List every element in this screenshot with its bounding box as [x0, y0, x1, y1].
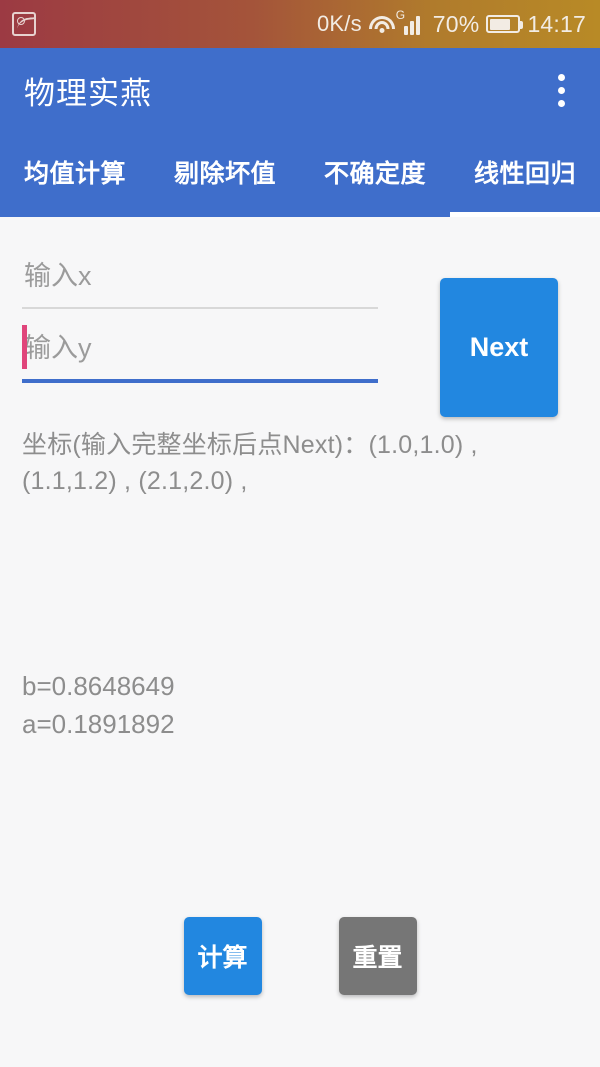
overflow-menu-icon[interactable] — [544, 71, 578, 111]
y-input-underline — [22, 379, 378, 383]
tab-bar: 均值计算 剔除坏值 不确定度 线性回归 — [0, 133, 600, 217]
tab-label: 不确定度 — [323, 160, 426, 188]
network-speed-label: 0K/s — [316, 11, 362, 36]
tab-remove-outliers[interactable]: 剔除坏值 — [150, 133, 300, 217]
result-slope: b=0.8648649 — [22, 671, 175, 701]
tab-label: 线性回归 — [473, 160, 576, 188]
battery-icon — [486, 15, 524, 33]
tab-mean-calculation[interactable]: 均值计算 — [0, 133, 150, 217]
x-input-underline — [22, 307, 378, 309]
network-type-label: G — [395, 8, 406, 22]
wifi-icon — [368, 14, 395, 34]
app-bar: 物理实燕 — [0, 48, 600, 133]
tab-label: 剔除坏值 — [173, 160, 276, 188]
text-caret — [22, 325, 27, 369]
cellular-signal-icon: G — [396, 9, 426, 35]
clock-label: 14:17 — [527, 10, 586, 37]
y-input[interactable] — [22, 317, 378, 379]
coordinates-text: 坐标(输入完整坐标后点Next)：(1.0,1.0) , (1.1,1.2) ,… — [22, 431, 478, 495]
y-field-wrapper — [22, 317, 378, 389]
page-title: 物理实燕 — [24, 76, 152, 111]
tab-uncertainty[interactable]: 不确定度 — [300, 133, 450, 217]
x-field-wrapper — [22, 245, 378, 317]
calculate-button[interactable]: 计算 — [183, 917, 262, 995]
tab-linear-regression[interactable]: 线性回归 — [450, 133, 600, 217]
status-bar: 0K/s G 70% 14:17 — [0, 0, 600, 48]
x-input[interactable] — [22, 245, 378, 307]
action-button-row: 计算 重置 — [0, 917, 600, 995]
reset-button[interactable]: 重置 — [338, 917, 417, 995]
screenshot-image-icon — [12, 12, 36, 36]
battery-percent-label: 70% — [432, 10, 480, 37]
status-bar-left — [12, 12, 36, 36]
app-screen: 0K/s G 70% 14:17 物理实燕 均值计算 剔除坏值 不确定度 线性回… — [0, 0, 600, 1067]
result-intercept: a=0.1891892 — [22, 709, 175, 739]
status-bar-right: 0K/s G 70% 14:17 — [316, 9, 586, 38]
input-row: Next — [0, 245, 600, 420]
next-button[interactable]: Next — [440, 278, 558, 417]
results-output: b=0.8648649 a=0.1891892 — [22, 667, 422, 743]
tab-label: 均值计算 — [23, 160, 126, 188]
input-fields — [22, 245, 378, 389]
main-content: Next 坐标(输入完整坐标后点Next)：(1.0,1.0) , (1.1,1… — [0, 217, 600, 1067]
